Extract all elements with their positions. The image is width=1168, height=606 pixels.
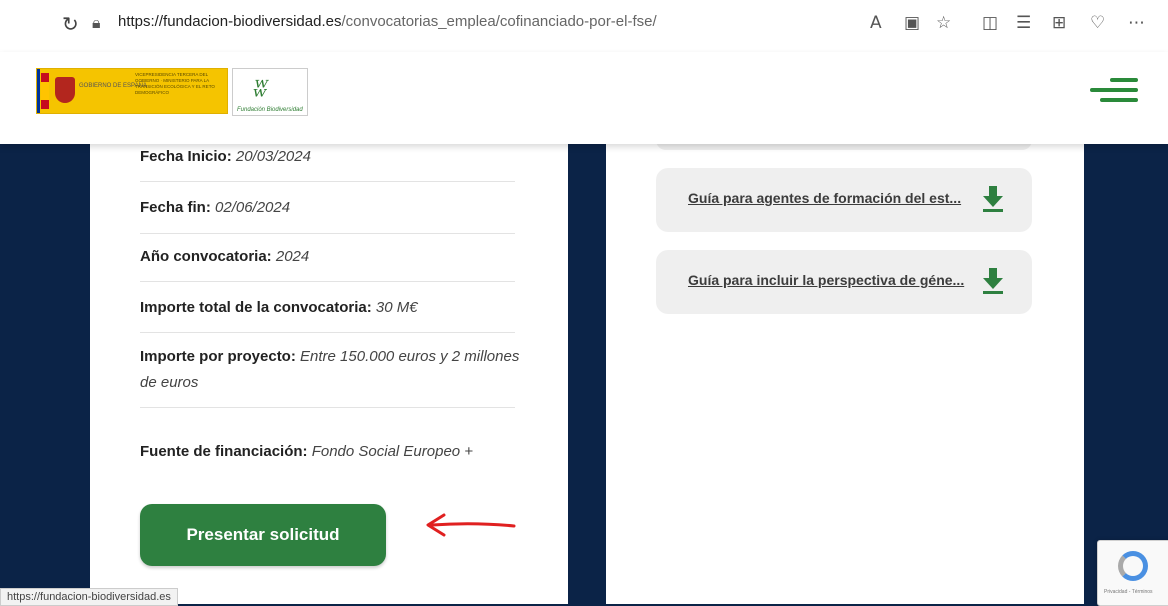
refresh-icon[interactable]: ↻ bbox=[62, 12, 79, 36]
spain-flag-icon bbox=[41, 73, 49, 109]
foundation-logo-text: Fundación Biodiversidad bbox=[237, 107, 303, 113]
detail-year: Año convocatoria: 2024 bbox=[140, 244, 520, 270]
url-host: https://fundacion-biodiversidad.es bbox=[118, 13, 342, 30]
recaptcha-terms[interactable]: Privacidad - Términos bbox=[1104, 589, 1153, 595]
menu-icon[interactable] bbox=[1090, 78, 1138, 108]
detail-value: 02/06/2024 bbox=[215, 199, 291, 216]
download-link[interactable]: Guía para agentes de formación del est..… bbox=[688, 190, 961, 206]
annotation-arrow bbox=[426, 513, 516, 537]
split-screen-icon[interactable]: ◫ bbox=[982, 13, 998, 33]
detail-label: Fecha Inicio: bbox=[140, 148, 232, 165]
browser-toolbar: ↻ 🔒︎ https://fundacion-biodiversidad.es/… bbox=[0, 0, 1168, 53]
eu-stripe bbox=[37, 69, 40, 113]
foundation-logo[interactable]: ʬ Fundación Biodiversidad bbox=[232, 68, 308, 116]
read-aloud-icon[interactable]: A bbox=[870, 13, 882, 33]
detail-funding-source: Fuente de financiación: Fondo Social Eur… bbox=[140, 439, 520, 465]
coat-of-arms-icon bbox=[55, 77, 75, 103]
more-icon[interactable]: ⋯ bbox=[1128, 13, 1145, 33]
download-icon[interactable] bbox=[982, 266, 1004, 296]
apply-button[interactable]: Presentar solicitud bbox=[140, 504, 386, 566]
site-header: GOBIERNO DE ESPAÑA VICEPRESIDENCIA TERCE… bbox=[0, 52, 1168, 144]
immersive-reader-icon[interactable]: ▣ bbox=[904, 13, 920, 33]
grass-icon: ʬ bbox=[253, 73, 269, 103]
detail-value: Fondo Social Europeo + bbox=[311, 443, 474, 460]
recaptcha-badge[interactable]: Privacidad - Términos bbox=[1097, 540, 1168, 606]
divider bbox=[140, 407, 515, 408]
detail-total-amount: Importe total de la convocatoria: 30 M€ bbox=[140, 295, 520, 321]
detail-label: Año convocatoria: bbox=[140, 248, 272, 265]
lock-icon[interactable]: 🔒︎ bbox=[92, 13, 101, 33]
downloads-panel: Guía para agentes de formación del est..… bbox=[606, 140, 1084, 604]
detail-value: 30 M€ bbox=[375, 299, 418, 316]
download-card[interactable]: Guía para agentes de formación del est..… bbox=[656, 168, 1032, 232]
recaptcha-icon bbox=[1118, 551, 1148, 581]
divider bbox=[140, 233, 515, 234]
detail-label: Fecha fin: bbox=[140, 199, 211, 216]
url-path: /convocatorias_emplea/cofinanciado-por-e… bbox=[341, 13, 657, 30]
detail-label: Fuente de financiación: bbox=[140, 443, 308, 460]
divider bbox=[140, 281, 515, 282]
detail-value: 20/03/2024 bbox=[235, 148, 311, 165]
status-bar-url: https://fundacion-biodiversidad.es bbox=[0, 588, 178, 606]
government-logo[interactable]: GOBIERNO DE ESPAÑA VICEPRESIDENCIA TERCE… bbox=[36, 68, 228, 114]
detail-value: 2024 bbox=[275, 248, 310, 265]
detail-amount-per-project: Importe por proyecto: Entre 150.000 euro… bbox=[140, 344, 520, 396]
gov-ministry-text: VICEPRESIDENCIA TERCERA DEL GOBIERNO · M… bbox=[135, 72, 215, 95]
collections-icon[interactable]: ⊞ bbox=[1052, 13, 1066, 33]
detail-start-date: Fecha Inicio: 20/03/2024 bbox=[140, 144, 520, 170]
download-icon[interactable] bbox=[982, 184, 1004, 214]
divider bbox=[140, 181, 515, 182]
download-link[interactable]: Guía para incluir la perspectiva de géne… bbox=[688, 272, 964, 288]
divider bbox=[140, 332, 515, 333]
detail-end-date: Fecha fin: 02/06/2024 bbox=[140, 195, 520, 221]
detail-label: Importe total de la convocatoria: bbox=[140, 299, 372, 316]
favorites-icon[interactable]: ☰ bbox=[1016, 13, 1031, 33]
browser-essentials-icon[interactable]: ♡ bbox=[1090, 13, 1105, 33]
detail-label: Importe por proyecto: bbox=[140, 348, 296, 365]
download-card[interactable]: Guía para incluir la perspectiva de géne… bbox=[656, 250, 1032, 314]
favorite-star-icon[interactable]: ☆ bbox=[936, 13, 951, 33]
address-bar[interactable]: https://fundacion-biodiversidad.es/convo… bbox=[118, 13, 657, 30]
